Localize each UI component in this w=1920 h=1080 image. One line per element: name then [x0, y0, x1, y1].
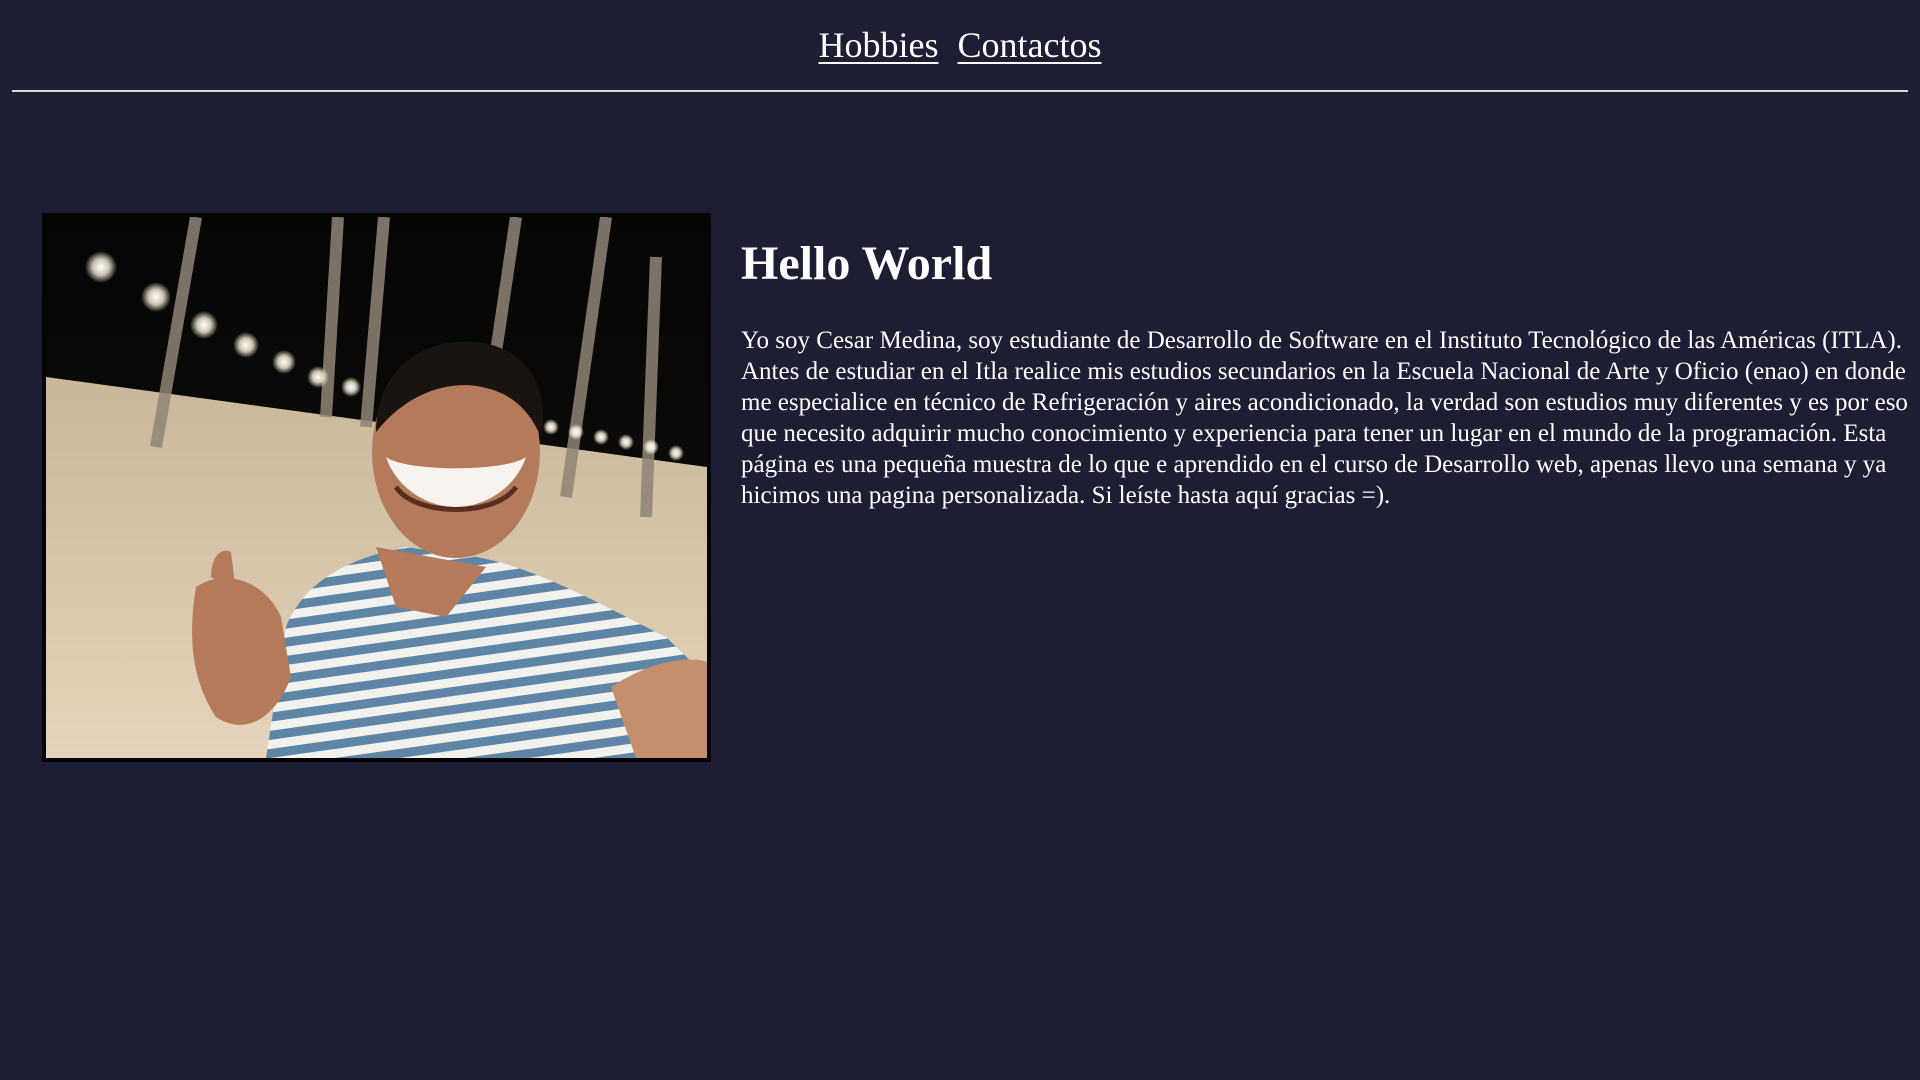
nav-link-hobbies[interactable]: Hobbies: [819, 27, 939, 63]
profile-photo-illustration: [46, 217, 707, 758]
nav-link-contactos[interactable]: Contactos: [958, 27, 1102, 63]
header-divider: [12, 90, 1908, 92]
bio-paragraph: Yo soy Cesar Medina, soy estudiante de D…: [741, 326, 1908, 509]
page-title: Hello World: [741, 237, 993, 290]
profile-photo: [42, 213, 711, 762]
page: Hobbies Contactos Hello World Yo soy Ces…: [0, 0, 1920, 1080]
top-nav: Hobbies Contactos: [0, 0, 1920, 88]
intro-section: Hello World Yo soy Cesar Medina, soy est…: [741, 237, 1913, 511]
